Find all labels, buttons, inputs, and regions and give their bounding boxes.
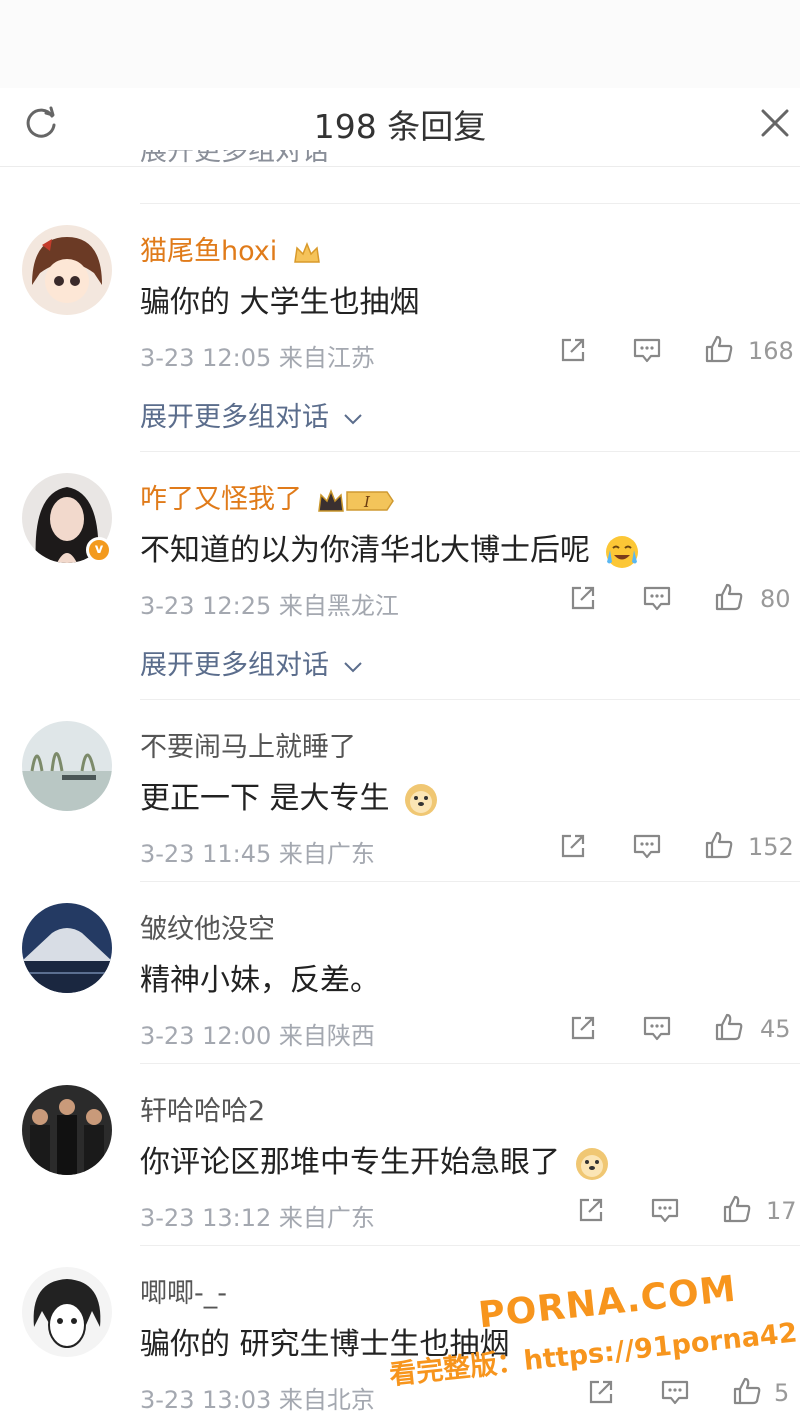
like-icon[interactable] bbox=[732, 1376, 762, 1406]
page-title: 198 条回复 bbox=[313, 107, 487, 146]
comment-meta: 3-23 13:12 来自广东 bbox=[140, 1204, 375, 1232]
avatar[interactable] bbox=[22, 903, 112, 993]
username[interactable]: 猫尾鱼hoxi bbox=[140, 229, 322, 268]
replies-header: 198 条回复 bbox=[0, 0, 800, 168]
comment-icon[interactable] bbox=[642, 583, 672, 613]
comment-text: 精神小妹，反差。 bbox=[140, 963, 380, 998]
comment-icon[interactable] bbox=[632, 831, 662, 861]
expand-more-link[interactable]: 展开更多组对话 bbox=[140, 643, 364, 682]
like-icon[interactable] bbox=[704, 334, 734, 364]
comment-meta: 3-23 12:00 来自陕西 bbox=[140, 1022, 375, 1050]
comment-icon[interactable] bbox=[642, 1013, 672, 1043]
username[interactable]: 唧唧-_- bbox=[140, 1271, 227, 1310]
share-icon[interactable] bbox=[576, 1195, 606, 1225]
like-count: 152 bbox=[748, 833, 794, 861]
comment-text: 你评论区那堆中专生开始急眼了 bbox=[140, 1137, 610, 1182]
verified-badge-icon: v bbox=[86, 537, 112, 563]
expand-more-link[interactable]: 展开更多组对话 bbox=[140, 395, 364, 434]
replies-page: 198 条回复 展开更多组对话 猫尾鱼hoxi 骗你的 大学生也抽烟 3-23 … bbox=[0, 0, 800, 1412]
like-count: 17 bbox=[766, 1197, 797, 1225]
avatar[interactable] bbox=[22, 225, 112, 315]
vip-crown-icon bbox=[294, 241, 320, 263]
comment-meta: 3-23 11:45 来自广东 bbox=[140, 840, 375, 868]
comment-text: 不知道的以为你清华北大博士后呢 bbox=[140, 525, 640, 570]
share-icon[interactable] bbox=[558, 831, 588, 861]
comment-icon[interactable] bbox=[632, 335, 662, 365]
like-count: 45 bbox=[760, 1015, 791, 1043]
crying-laughing-emoji-icon bbox=[605, 535, 638, 568]
comment-text: 更正一下 是大专生 bbox=[140, 773, 439, 818]
username[interactable]: 咋了又怪我了 I bbox=[140, 477, 395, 516]
doge-emoji-icon bbox=[405, 783, 438, 816]
like-icon[interactable] bbox=[722, 1194, 752, 1224]
like-count: 168 bbox=[748, 337, 794, 365]
like-icon[interactable] bbox=[714, 1012, 744, 1042]
username[interactable]: 轩哈哈哈2 bbox=[140, 1089, 265, 1128]
close-icon[interactable] bbox=[756, 104, 794, 142]
doge-emoji-icon bbox=[575, 1147, 608, 1180]
like-icon[interactable] bbox=[704, 830, 734, 860]
chevron-down-icon bbox=[343, 413, 362, 424]
username[interactable]: 不要闹马上就睡了 bbox=[140, 725, 356, 764]
comment-icon[interactable] bbox=[660, 1377, 690, 1407]
share-icon[interactable] bbox=[586, 1377, 616, 1407]
like-icon[interactable] bbox=[714, 582, 744, 612]
comment-meta: 3-23 12:05 来自江苏 bbox=[140, 344, 375, 372]
vip-crown-icon: I bbox=[317, 488, 394, 512]
username[interactable]: 皱纹他没空 bbox=[140, 907, 275, 946]
avatar[interactable] bbox=[22, 1085, 112, 1175]
like-count: 5 bbox=[774, 1379, 790, 1407]
avatar[interactable] bbox=[22, 721, 112, 811]
avatar[interactable] bbox=[22, 1267, 112, 1357]
comment-icon[interactable] bbox=[650, 1195, 680, 1225]
comment-text: 骗你的 大学生也抽烟 bbox=[140, 285, 420, 320]
chevron-down-icon bbox=[343, 661, 362, 672]
svg-text:I: I bbox=[363, 493, 371, 511]
expand-more-link-partial[interactable]: 展开更多组对话 bbox=[140, 150, 329, 172]
comment-meta: 3-23 13:03 来自北京 bbox=[140, 1386, 375, 1412]
share-icon[interactable] bbox=[568, 1013, 598, 1043]
share-icon[interactable] bbox=[558, 335, 588, 365]
comment-meta: 3-23 12:25 来自黑龙江 bbox=[140, 592, 399, 620]
like-count: 80 bbox=[760, 585, 791, 613]
share-icon[interactable] bbox=[568, 583, 598, 613]
